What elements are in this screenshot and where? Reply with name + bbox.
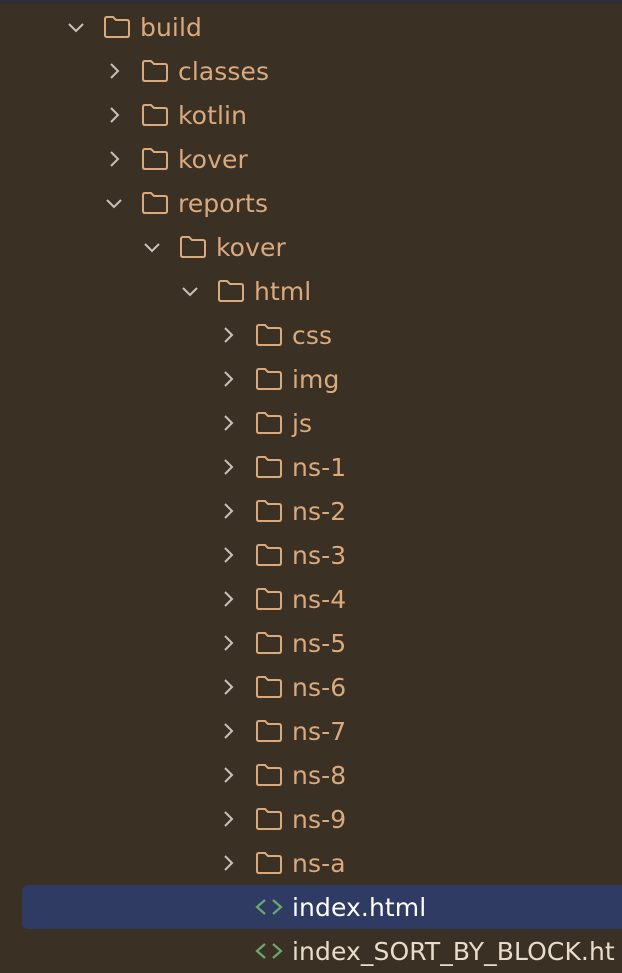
folder-icon bbox=[102, 14, 132, 40]
tree-item-label: ns-6 bbox=[292, 672, 347, 702]
chevron-down-icon[interactable] bbox=[64, 15, 88, 39]
chevron-down-icon[interactable] bbox=[140, 235, 164, 259]
folder-icon bbox=[254, 542, 284, 568]
chevron-right-icon[interactable] bbox=[216, 499, 240, 523]
tree-item-label: ns-5 bbox=[292, 628, 347, 658]
folder-icon bbox=[254, 630, 284, 656]
folder-icon bbox=[178, 234, 208, 260]
folder-icon bbox=[254, 410, 284, 436]
folder-icon bbox=[254, 586, 284, 612]
folder-icon bbox=[254, 806, 284, 832]
folder-icon bbox=[140, 58, 170, 84]
tree-item-label: ns-a bbox=[292, 848, 346, 878]
chevron-down-icon[interactable] bbox=[178, 279, 202, 303]
tree-item-ns-2[interactable]: ns-2 bbox=[0, 489, 622, 533]
project-tree[interactable]: build classes kotlin kover reports kover… bbox=[0, 5, 622, 973]
folder-icon bbox=[254, 366, 284, 392]
tree-item-label: kover bbox=[178, 144, 248, 174]
tree-item-index-html[interactable]: index.html bbox=[22, 885, 622, 929]
tree-item-ns-4[interactable]: ns-4 bbox=[0, 577, 622, 621]
tree-item-js[interactable]: js bbox=[0, 401, 622, 445]
chevron-right-icon[interactable] bbox=[216, 851, 240, 875]
tree-item-build[interactable]: build bbox=[0, 5, 622, 49]
chevron-right-icon[interactable] bbox=[102, 59, 126, 83]
tree-item-label: classes bbox=[178, 56, 270, 86]
tree-item-classes[interactable]: classes bbox=[0, 49, 622, 93]
folder-icon bbox=[254, 850, 284, 876]
tree-item-label: reports bbox=[178, 188, 269, 218]
chevron-right-icon[interactable] bbox=[216, 455, 240, 479]
chevron-right-icon[interactable] bbox=[216, 323, 240, 347]
chevron-right-icon[interactable] bbox=[216, 807, 240, 831]
chevron-right-icon[interactable] bbox=[216, 631, 240, 655]
html-file-icon bbox=[254, 938, 284, 964]
folder-icon bbox=[254, 718, 284, 744]
tree-item-ns-9[interactable]: ns-9 bbox=[0, 797, 622, 841]
chevron-right-icon[interactable] bbox=[216, 367, 240, 391]
top-edge-bar bbox=[0, 0, 622, 4]
tree-item-label: ns-7 bbox=[292, 716, 347, 746]
chevron-right-icon[interactable] bbox=[216, 543, 240, 567]
tree-item-label: ns-1 bbox=[292, 452, 347, 482]
tree-item-index-sort-by-block[interactable]: index_SORT_BY_BLOCK.ht bbox=[0, 929, 622, 973]
tree-item-ns-6[interactable]: ns-6 bbox=[0, 665, 622, 709]
html-file-icon bbox=[254, 894, 284, 920]
tree-item-label: html bbox=[254, 276, 312, 306]
chevron-right-icon[interactable] bbox=[216, 587, 240, 611]
tree-item-label: ns-3 bbox=[292, 540, 347, 570]
folder-icon bbox=[140, 146, 170, 172]
tree-item-label: index.html bbox=[292, 892, 427, 922]
tree-item-kover[interactable]: kover bbox=[0, 137, 622, 181]
tree-item-label: index_SORT_BY_BLOCK.ht bbox=[292, 936, 615, 966]
tree-item-label: kotlin bbox=[178, 100, 248, 130]
folder-icon bbox=[254, 454, 284, 480]
tree-item-kotlin[interactable]: kotlin bbox=[0, 93, 622, 137]
tree-item-label: img bbox=[292, 364, 340, 394]
tree-item-label: js bbox=[292, 408, 313, 438]
tree-item-reports[interactable]: reports bbox=[0, 181, 622, 225]
tree-item-html[interactable]: html bbox=[0, 269, 622, 313]
tree-item-img[interactable]: img bbox=[0, 357, 622, 401]
tree-item-label: ns-2 bbox=[292, 496, 347, 526]
tree-item-label: build bbox=[140, 12, 202, 42]
folder-icon bbox=[254, 674, 284, 700]
tree-item-kover-reports[interactable]: kover bbox=[0, 225, 622, 269]
folder-icon bbox=[140, 102, 170, 128]
chevron-right-icon[interactable] bbox=[216, 411, 240, 435]
tree-item-ns-5[interactable]: ns-5 bbox=[0, 621, 622, 665]
tree-item-css[interactable]: css bbox=[0, 313, 622, 357]
chevron-right-icon[interactable] bbox=[216, 675, 240, 699]
folder-icon bbox=[254, 498, 284, 524]
folder-icon bbox=[216, 278, 246, 304]
tree-item-ns-a[interactable]: ns-a bbox=[0, 841, 622, 885]
chevron-right-icon[interactable] bbox=[102, 147, 126, 171]
chevron-right-icon[interactable] bbox=[216, 763, 240, 787]
tree-item-ns-1[interactable]: ns-1 bbox=[0, 445, 622, 489]
tree-item-label: kover bbox=[216, 232, 286, 262]
chevron-right-icon[interactable] bbox=[216, 719, 240, 743]
tree-item-label: ns-8 bbox=[292, 760, 347, 790]
tree-item-label: ns-4 bbox=[292, 584, 347, 614]
tree-item-ns-8[interactable]: ns-8 bbox=[0, 753, 622, 797]
chevron-right-icon[interactable] bbox=[102, 103, 126, 127]
tree-item-ns-7[interactable]: ns-7 bbox=[0, 709, 622, 753]
folder-icon bbox=[254, 322, 284, 348]
folder-icon bbox=[254, 762, 284, 788]
folder-icon bbox=[140, 190, 170, 216]
tree-item-ns-3[interactable]: ns-3 bbox=[0, 533, 622, 577]
chevron-down-icon[interactable] bbox=[102, 191, 126, 215]
tree-item-label: ns-9 bbox=[292, 804, 347, 834]
tree-item-label: css bbox=[292, 320, 333, 350]
